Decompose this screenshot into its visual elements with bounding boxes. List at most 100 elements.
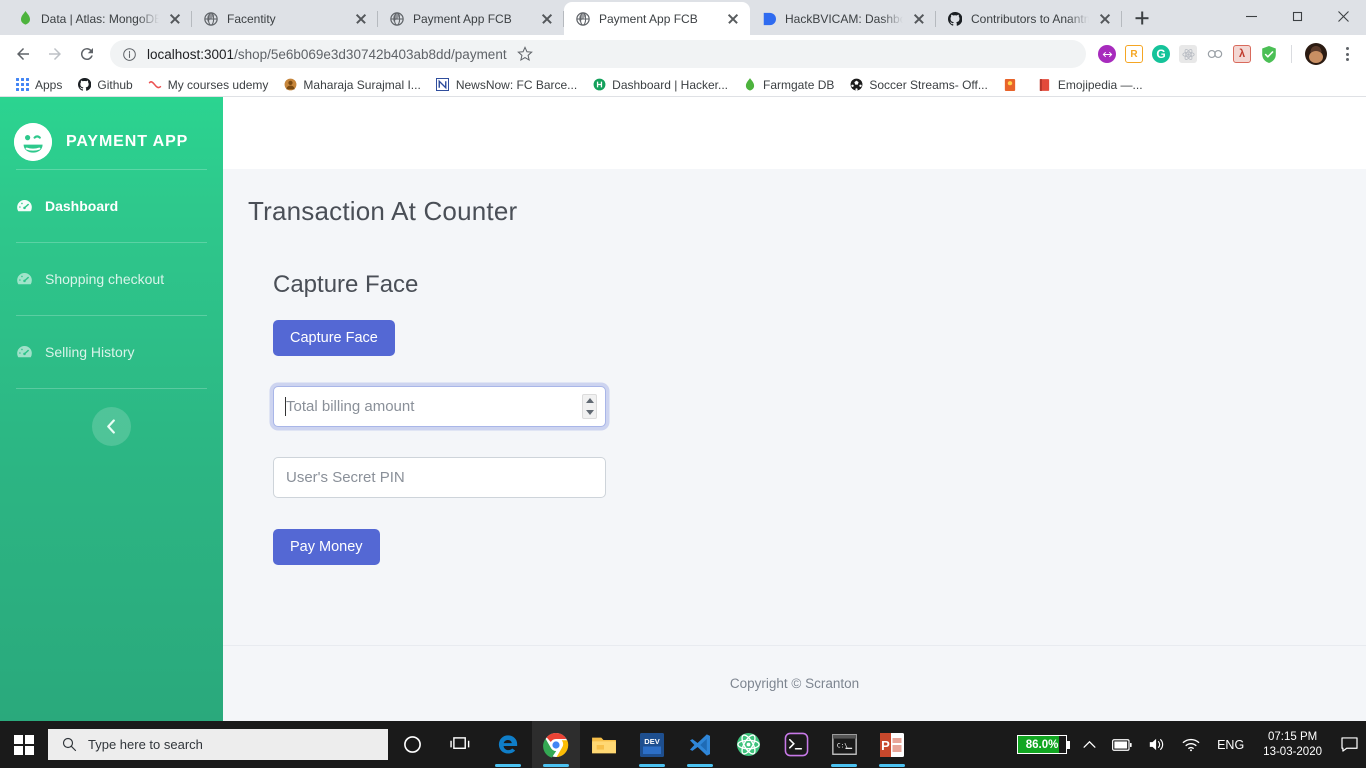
kebab-menu-icon[interactable] bbox=[1336, 43, 1358, 65]
close-icon[interactable] bbox=[911, 11, 927, 27]
extension-adblock-shield-icon[interactable] bbox=[1260, 45, 1278, 63]
windows-start-icon[interactable] bbox=[0, 721, 48, 768]
extension-icons: R G λ bbox=[1094, 43, 1358, 65]
forward-arrow-icon[interactable] bbox=[40, 39, 70, 69]
bookmark-hackerearth[interactable]: Dashboard | Hacker... bbox=[586, 75, 734, 95]
reload-icon[interactable] bbox=[72, 39, 102, 69]
battery-icon[interactable] bbox=[1104, 721, 1140, 768]
avatar[interactable] bbox=[1305, 43, 1327, 65]
bookmark-orange-book[interactable] bbox=[997, 75, 1029, 95]
language-indicator[interactable]: ENG bbox=[1208, 738, 1253, 752]
battery-percent-badge[interactable]: 86.0% bbox=[1009, 721, 1075, 768]
bookmark-newsnow[interactable]: NewsNow: FC Barce... bbox=[430, 75, 583, 95]
browser-tab-active[interactable]: Payment App FCB bbox=[564, 2, 750, 35]
sidebar-brand[interactable]: PAYMENT APP bbox=[0, 97, 223, 169]
extension-adobe-acrobat-icon[interactable]: λ bbox=[1233, 45, 1251, 63]
blue-square-icon bbox=[761, 11, 777, 27]
user-secret-pin-input[interactable] bbox=[273, 457, 606, 498]
windows-taskbar: Type here to search DEV C:\ P 86.0% ENG … bbox=[0, 721, 1366, 768]
browser-tab[interactable]: Facentity bbox=[192, 2, 378, 35]
close-icon[interactable] bbox=[1320, 0, 1366, 32]
close-icon[interactable] bbox=[167, 11, 183, 27]
close-icon[interactable] bbox=[353, 11, 369, 27]
number-spinner-icon[interactable] bbox=[582, 394, 597, 419]
taskbar-search-box[interactable]: Type here to search bbox=[48, 729, 388, 760]
battery-percent-label: 86.0% bbox=[1025, 738, 1059, 751]
orange-book-icon bbox=[1003, 78, 1017, 92]
sidebar-item-dashboard[interactable]: Dashboard bbox=[0, 170, 223, 242]
microsoft-edge-icon[interactable] bbox=[484, 721, 532, 768]
terminal-icon[interactable] bbox=[772, 721, 820, 768]
capture-face-button[interactable]: Capture Face bbox=[273, 320, 395, 356]
bookmark-label: My courses udemy bbox=[167, 77, 269, 92]
visual-studio-icon[interactable]: DEV bbox=[628, 721, 676, 768]
sidebar-item-label: Selling History bbox=[45, 344, 135, 360]
extension-react-icon[interactable] bbox=[1179, 45, 1197, 63]
close-icon[interactable] bbox=[725, 11, 741, 27]
bookmark-emojipedia[interactable]: Emojipedia —... bbox=[1032, 75, 1149, 95]
bookmark-udemy[interactable]: My courses udemy bbox=[142, 75, 275, 95]
show-hidden-icons-chevron[interactable] bbox=[1075, 721, 1104, 768]
back-arrow-icon[interactable] bbox=[8, 39, 38, 69]
sidebar-divider bbox=[16, 388, 207, 389]
new-tab-button[interactable] bbox=[1128, 4, 1156, 32]
extension-grammarly-icon[interactable]: G bbox=[1152, 45, 1170, 63]
svg-text:P: P bbox=[881, 738, 890, 753]
bookmark-maharaja-surajmal[interactable]: Maharaja Surajmal I... bbox=[277, 75, 426, 95]
minimize-icon[interactable] bbox=[1228, 0, 1274, 32]
google-chrome-icon[interactable] bbox=[532, 721, 580, 768]
bookmark-label: Dashboard | Hacker... bbox=[612, 77, 729, 92]
browser-tab[interactable]: Data | Atlas: MongoDB bbox=[6, 2, 192, 35]
bookmark-label: Farmgate DB bbox=[763, 77, 835, 92]
task-view-icon[interactable] bbox=[436, 721, 484, 768]
tab-title: Payment App FCB bbox=[599, 11, 698, 26]
bookmark-apps[interactable]: Apps bbox=[9, 75, 68, 95]
tab-title: Data | Atlas: MongoDB bbox=[41, 11, 159, 26]
extension-react-devtools-icon[interactable]: R bbox=[1125, 45, 1143, 63]
speaker-icon[interactable] bbox=[1140, 721, 1174, 768]
tab-title: Facentity bbox=[227, 11, 276, 26]
extension-honey-icon[interactable] bbox=[1206, 45, 1224, 63]
sidebar-brand-label: PAYMENT APP bbox=[66, 133, 189, 150]
hackerearth-icon bbox=[592, 78, 606, 92]
pay-money-button[interactable]: Pay Money bbox=[273, 529, 380, 565]
taskbar-app-icons: DEV C:\ P bbox=[388, 721, 916, 768]
browser-tab[interactable]: Contributors to Anantm bbox=[936, 2, 1122, 35]
bookmark-label: Apps bbox=[35, 77, 63, 92]
sidebar-item-selling-history[interactable]: Selling History bbox=[0, 316, 223, 388]
bookmark-label: Github bbox=[97, 77, 133, 92]
taskbar-clock[interactable]: 07:15 PM 13-03-2020 bbox=[1253, 730, 1332, 760]
winking-face-icon bbox=[14, 123, 52, 161]
close-icon[interactable] bbox=[1097, 11, 1113, 27]
browser-tab[interactable]: HackBVICAM: Dashboa bbox=[750, 2, 936, 35]
sidebar-collapse-button[interactable] bbox=[92, 407, 131, 446]
url-host: localhost:3001 bbox=[147, 46, 235, 62]
text-caret bbox=[285, 397, 286, 416]
extension-purple-icon[interactable] bbox=[1098, 45, 1116, 63]
info-circle-icon[interactable] bbox=[122, 47, 137, 62]
bookmark-soccer-streams[interactable]: Soccer Streams- Off... bbox=[843, 75, 993, 95]
powerpoint-icon[interactable]: P bbox=[868, 721, 916, 768]
action-center-icon[interactable] bbox=[1332, 721, 1366, 768]
close-icon[interactable] bbox=[539, 11, 555, 27]
sidebar-item-shopping-checkout[interactable]: Shopping checkout bbox=[0, 243, 223, 315]
star-icon[interactable] bbox=[516, 46, 533, 62]
tab-title: Contributors to Anantm bbox=[971, 11, 1089, 26]
chrome-browser-window: Data | Atlas: MongoDB Facentity Payment … bbox=[0, 0, 1366, 721]
vs-code-icon[interactable] bbox=[676, 721, 724, 768]
udemy-icon bbox=[148, 78, 162, 92]
section-title: Capture Face bbox=[273, 271, 419, 298]
github-icon bbox=[77, 78, 91, 92]
total-billing-amount-input[interactable] bbox=[273, 386, 606, 427]
bookmark-github[interactable]: Github bbox=[71, 75, 138, 95]
cortana-circle-icon[interactable] bbox=[388, 721, 436, 768]
wifi-icon[interactable] bbox=[1174, 721, 1208, 768]
bookmark-farmgate-db[interactable]: Farmgate DB bbox=[737, 75, 840, 95]
address-bar[interactable]: localhost:3001/shop/5e6b069e3d30742b403a… bbox=[110, 40, 1086, 68]
browser-tab[interactable]: Payment App FCB bbox=[378, 2, 564, 35]
command-prompt-icon[interactable]: C:\ bbox=[820, 721, 868, 768]
maximize-icon[interactable] bbox=[1274, 0, 1320, 32]
file-explorer-icon[interactable] bbox=[580, 721, 628, 768]
bookmark-label: NewsNow: FC Barce... bbox=[455, 77, 578, 92]
atom-editor-icon[interactable] bbox=[724, 721, 772, 768]
